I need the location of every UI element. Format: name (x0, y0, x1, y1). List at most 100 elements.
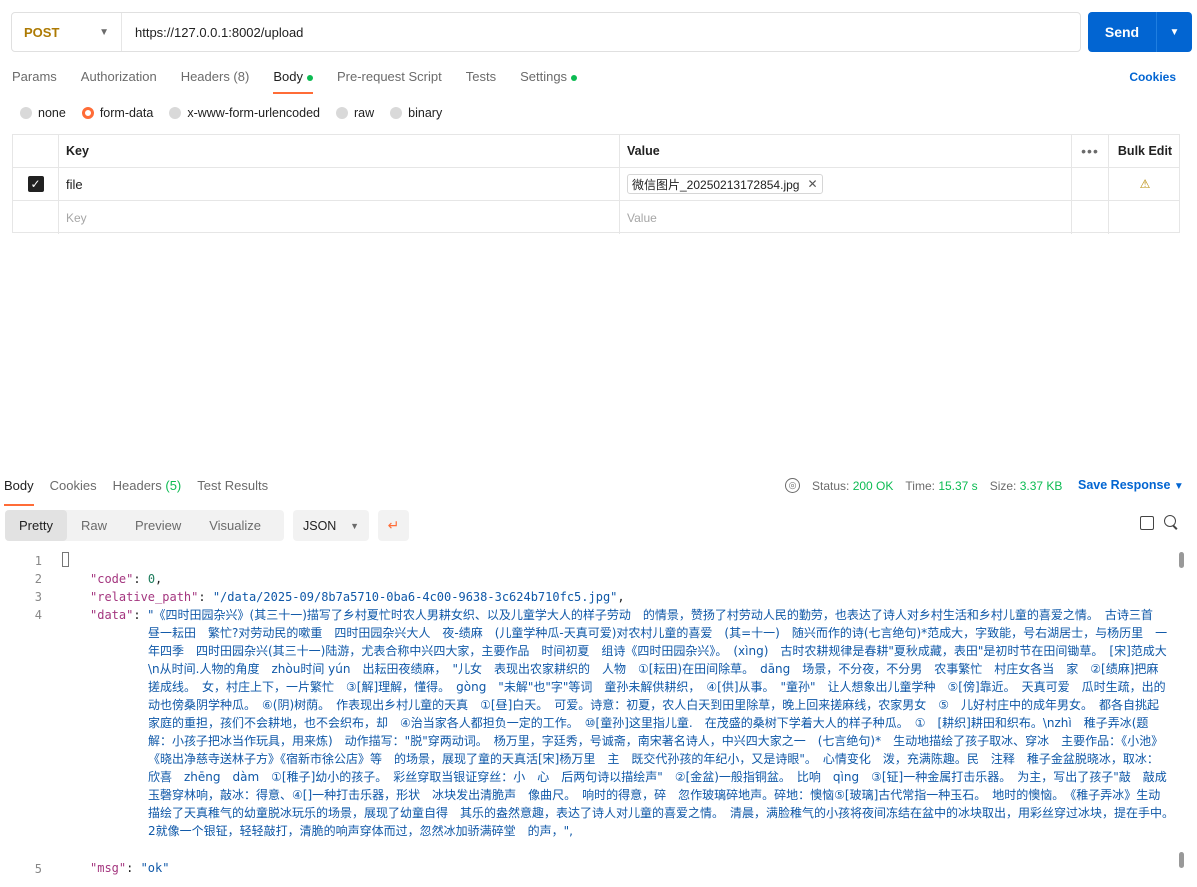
search-icon[interactable] (1164, 515, 1178, 529)
row-warning-cell: ⚠ (1109, 168, 1181, 200)
key-input[interactable]: Key (59, 201, 620, 234)
tab-response-headers[interactable]: Headers (5) (113, 478, 182, 498)
row-check-cell (13, 201, 59, 234)
tab-test-results[interactable]: Test Results (197, 478, 268, 498)
radio-none[interactable]: none (20, 106, 66, 120)
chevron-down-icon: ▼ (99, 26, 109, 38)
chevron-down-icon[interactable]: ▼ (1157, 27, 1192, 38)
file-name: 微信图片_20250213172854.jpg (632, 177, 800, 192)
tab-response-body[interactable]: Body (4, 478, 34, 506)
view-raw-button[interactable]: Raw (67, 510, 121, 541)
scrollbar-thumb[interactable] (1179, 552, 1184, 568)
status-dot-icon (306, 74, 313, 81)
tab-headers-label: Headers (112, 478, 162, 493)
tab-tests[interactable]: Tests (466, 68, 496, 88)
json-value-data: "《四时田园杂兴》(其三十一)描写了乡村夏忙时农人男耕女织、以及儿童学大人的样子… (148, 608, 1170, 838)
table-row: ✓ file 微信图片_20250213172854.jpg ✕ ⚠ (13, 168, 1179, 201)
cookies-link[interactable]: Cookies (1129, 70, 1176, 84)
tab-authorization[interactable]: Authorization (81, 68, 157, 88)
response-meta: ◎ Status: 200 OK Time: 15.37 s Size: 3.3… (785, 478, 1074, 493)
radio-icon (336, 107, 348, 119)
size-label: Size: (989, 478, 1017, 493)
scrollbar-thumb[interactable] (1179, 852, 1184, 868)
code-line-4: "data": (90, 608, 148, 622)
open-brace (62, 552, 69, 567)
line-number: 1 (34, 554, 42, 568)
code-line-5: "msg": "ok" (90, 861, 170, 875)
format-select[interactable]: JSON ▼ (293, 510, 369, 541)
response-tabs: Body Cookies Headers (5) Test Results (4, 478, 284, 506)
code-line-1 (62, 552, 69, 567)
view-pretty-button[interactable]: Pretty (5, 510, 67, 541)
tab-params[interactable]: Params (12, 68, 57, 88)
key-cell[interactable]: file (59, 168, 620, 200)
status-dot-icon (571, 74, 578, 81)
method-select[interactable]: POST ▼ (12, 13, 122, 51)
copy-icon[interactable] (1140, 516, 1154, 530)
body-type-group: none form-data x-www-form-urlencoded raw… (20, 104, 458, 122)
file-chip: 微信图片_20250213172854.jpg ✕ (627, 174, 823, 194)
tab-pre-request-script[interactable]: Pre-request Script (337, 68, 442, 88)
bulk-edit-button[interactable]: Bulk Edit (1109, 135, 1181, 167)
tab-response-cookies[interactable]: Cookies (50, 478, 97, 498)
more-horizontal-icon: ••• (1081, 143, 1099, 159)
column-header-key: Key (59, 135, 620, 167)
send-button[interactable]: Send ▼ (1088, 12, 1192, 52)
tab-headers[interactable]: Headers (8) (181, 68, 250, 88)
line-number: 2 (34, 572, 42, 586)
save-response-button[interactable]: Save Response ▼ (1078, 478, 1184, 492)
format-label: JSON (303, 518, 337, 533)
table-row-empty: Key Value (13, 201, 1179, 234)
method-label: POST (24, 24, 60, 40)
warning-icon[interactable]: ⚠ (1140, 177, 1151, 191)
tab-settings-label: Settings (520, 69, 568, 84)
radio-icon (390, 107, 403, 119)
radio-icon (169, 107, 182, 119)
line-number: 5 (34, 862, 42, 876)
wrap-icon: ↵ (387, 517, 400, 533)
row-checkbox[interactable]: ✓ (27, 176, 44, 192)
url-input[interactable]: https://127.0.0.1:8002/upload (122, 25, 303, 40)
radio-form-data[interactable]: form-data (81, 106, 154, 120)
code-line-2: "code": 0, (90, 572, 163, 586)
time-value: 15.37 s (938, 478, 978, 493)
value-cell[interactable]: 微信图片_20250213172854.jpg ✕ (620, 168, 1072, 200)
time-info[interactable]: Time: 15.37 s (905, 479, 977, 493)
view-preview-button[interactable]: Preview (121, 510, 195, 541)
radio-label: raw (354, 106, 375, 120)
row-extra-cell (1109, 201, 1181, 234)
radio-urlencoded[interactable]: x-www-form-urlencoded (169, 106, 320, 120)
send-label: Send (1104, 24, 1140, 40)
json-value-msg: "ok" (140, 861, 170, 875)
radio-label: none (38, 106, 66, 120)
globe-icon[interactable]: ◎ (785, 478, 800, 493)
tab-body[interactable]: Body (273, 68, 313, 94)
json-key-data: "data" (90, 608, 134, 622)
more-options-button[interactable]: ••• (1072, 135, 1109, 167)
json-key-path: "relative_path" (90, 590, 199, 604)
status-label: Status: (812, 478, 850, 493)
status-info[interactable]: Status: 200 OK (812, 479, 893, 493)
radio-label: form-data (99, 106, 154, 120)
line-number: 3 (34, 590, 42, 604)
radio-selected-icon (81, 107, 94, 119)
json-key-code: "code" (90, 572, 134, 586)
row-options-cell (1072, 168, 1109, 200)
radio-label: x-www-form-urlencoded (187, 106, 320, 120)
view-mode-group: Pretty Raw Preview Visualize (5, 510, 284, 541)
view-visualize-button[interactable]: Visualize (195, 510, 275, 541)
response-code-view[interactable]: 1 2 "code": 0, 3 "relative_path": "/data… (0, 552, 1180, 887)
status-value: 200 OK (852, 478, 894, 493)
column-header-value: Value (620, 135, 1072, 167)
size-info[interactable]: Size: 3.37 KB (990, 479, 1063, 493)
chevron-down-icon: ▼ (350, 520, 359, 531)
radio-raw[interactable]: raw (336, 106, 374, 120)
wrap-lines-button[interactable]: ↵ (378, 510, 409, 541)
json-value-path: "/data/2025-09/8b7a5710-0ba6-4c00-9638-3… (212, 590, 618, 604)
radio-binary[interactable]: binary (390, 106, 442, 120)
close-icon[interactable]: ✕ (807, 177, 817, 191)
code-line-3: "relative_path": "/data/2025-09/8b7a5710… (90, 590, 625, 604)
tab-settings[interactable]: Settings (520, 68, 578, 88)
value-input[interactable]: Value (620, 201, 1072, 234)
json-value-code: 0 (147, 572, 156, 586)
